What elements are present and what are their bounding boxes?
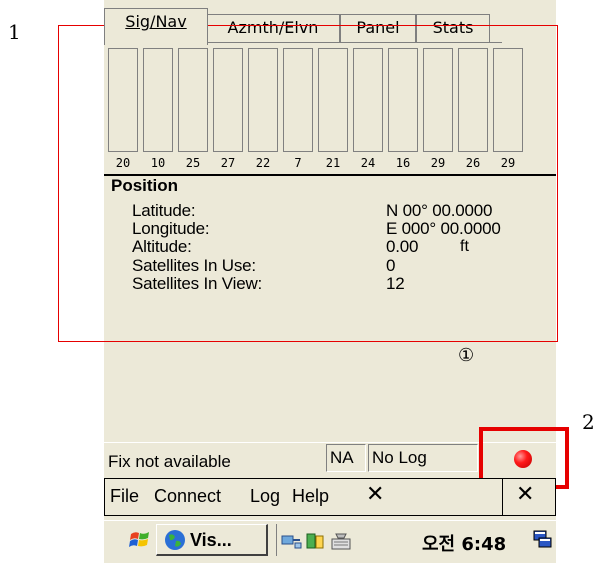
network-icon[interactable] bbox=[280, 530, 302, 552]
menu-file[interactable]: File bbox=[110, 486, 139, 507]
menu-close-icon[interactable]: ✕ bbox=[366, 482, 384, 507]
window-close-icon[interactable]: ✕ bbox=[516, 482, 534, 507]
annotation-label-1: 1 bbox=[8, 20, 21, 44]
menu-connect[interactable]: Connect bbox=[154, 486, 221, 507]
battery-icon[interactable] bbox=[304, 530, 326, 552]
annotation-circled-1: ① bbox=[458, 345, 475, 366]
menu-log[interactable]: Log bbox=[250, 486, 280, 507]
clock: 오전 6:48 bbox=[422, 534, 507, 555]
fix-status-text: Fix not available bbox=[108, 452, 231, 471]
mode-field: NA bbox=[326, 444, 366, 472]
annotation-box-1 bbox=[58, 25, 558, 342]
log-status-value: No Log bbox=[372, 448, 427, 467]
globe-icon bbox=[165, 530, 185, 550]
task-button-label: Vis... bbox=[190, 530, 232, 550]
menu-help[interactable]: Help bbox=[292, 486, 329, 507]
desktop-icon[interactable] bbox=[532, 528, 554, 552]
windows-flag-icon[interactable] bbox=[128, 528, 152, 552]
tab-sig-nav[interactable]: Sig/Nav bbox=[104, 8, 208, 45]
mode-value: NA bbox=[330, 448, 354, 467]
log-status-field: No Log bbox=[368, 444, 478, 472]
tab-sig-nav-label: Sig/Nav bbox=[125, 12, 187, 31]
annotation-label-2: 2 bbox=[582, 410, 595, 434]
keyboard-icon[interactable] bbox=[330, 530, 352, 552]
